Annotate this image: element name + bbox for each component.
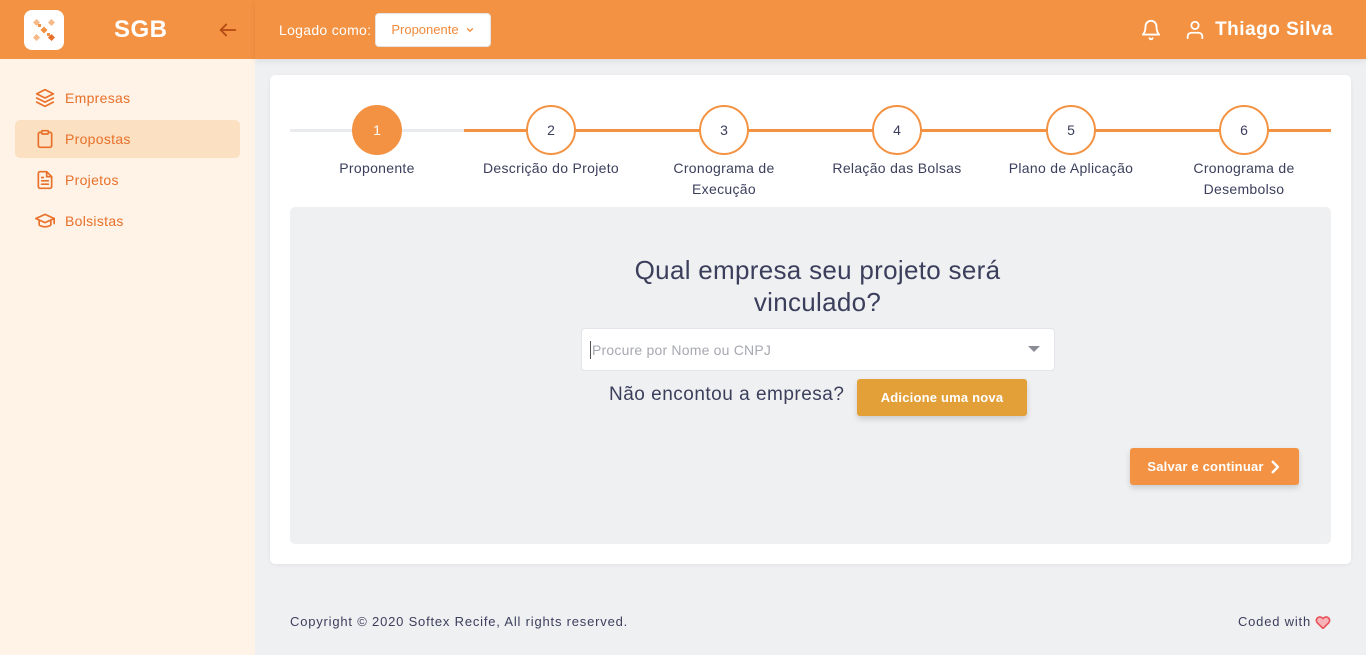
sidebar-item-label: Propostas [65,131,131,147]
sidebar-item-bolsistas[interactable]: Bolsistas [15,202,240,240]
sidebar-item-empresas[interactable]: Empresas [15,79,240,117]
step-number: 3 [699,105,749,155]
step-label: Descrição do Projeto [483,160,619,176]
step-cronograma-desembolso[interactable]: 6 Cronograma de Desembolso [1157,105,1331,200]
company-search-select[interactable]: Procure por Nome ou CNPJ [581,328,1055,371]
step-descricao-projeto[interactable]: 2 Descrição do Projeto [464,105,638,179]
user-icon [1186,20,1204,39]
company-search-placeholder: Procure por Nome ou CNPJ [592,341,772,358]
brand-name: SGB [114,15,168,43]
dropdown-arrow-icon[interactable] [1028,346,1040,352]
clipboard-icon [37,129,53,149]
coded-with-text: Coded with [1237,614,1311,629]
step-number: 5 [1046,105,1096,155]
footer-coded-with: Coded with [1238,614,1331,629]
logged-as-label: Logado como: [279,21,372,38]
graduation-cap-icon [35,213,55,228]
role-dropdown[interactable]: Proponente [375,12,491,47]
step-relacao-bolsas[interactable]: 4 Relação das Bolsas [810,105,984,179]
text-caret [590,340,591,359]
sidebar-item-label: Bolsistas [65,213,124,229]
proposal-wizard-card: 1 Proponente 2 Descrição do Projeto 3 Cr… [270,75,1351,564]
top-navbar: Logado como: Proponente Thiago Silva [255,0,1366,59]
topbar-user-area: Thiago Silva [1140,19,1333,41]
layers-icon [35,88,55,108]
sidebar-header: SGB [0,0,255,59]
step-label: Cronograma de Execução [673,160,775,197]
collapse-sidebar-button[interactable] [217,19,239,41]
chevron-down-icon [466,27,473,32]
arrow-left-icon [219,23,237,36]
step-number: 6 [1219,105,1269,155]
step-cronograma-execucao[interactable]: 3 Cronograma de Execução [637,105,811,200]
sidebar-item-projetos[interactable]: Projetos [15,161,240,199]
heart-icon [1315,615,1331,629]
step-number: 2 [526,105,576,155]
form-question: Qual empresa seu projeto será vinculado? [634,255,1001,317]
step-label: Plano de Aplicação [1008,160,1134,176]
not-found-text: Não encontou a empresa? [609,384,845,405]
user-name[interactable]: Thiago Silva [1215,19,1333,41]
chevron-right-icon [1271,460,1279,473]
company-selection-panel: Qual empresa seu projeto será vinculado?… [290,207,1331,544]
footer-copyright: Copyright © 2020 Softex Recife, All righ… [290,614,629,629]
user-menu-button[interactable] [1184,19,1206,41]
sidebar-item-label: Projetos [65,172,119,188]
step-proponente[interactable]: 1 Proponente [290,105,464,179]
sidebar: SGB Empresas Propostas Projetos Bolsista… [0,0,255,655]
step-number: 4 [872,105,922,155]
step-label: Cronograma de Desembolso [1193,160,1295,197]
save-continue-button[interactable]: Salvar e continuar [1130,448,1299,485]
sidebar-nav: Empresas Propostas Projetos Bolsistas [0,59,255,240]
app-logo[interactable] [24,9,64,50]
role-dropdown-value: Proponente [391,22,459,37]
save-continue-label: Salvar e continuar [1147,459,1264,474]
logo-icon [33,18,55,41]
step-number: 1 [352,105,402,155]
wizard-stepper: 1 Proponente 2 Descrição do Projeto 3 Cr… [290,105,1331,205]
sidebar-item-label: Empresas [65,90,131,106]
bell-icon [1141,19,1161,40]
sidebar-item-propostas[interactable]: Propostas [15,120,240,158]
add-company-button[interactable]: Adicione uma nova [857,379,1027,416]
step-label: Proponente [339,160,415,176]
notifications-button[interactable] [1140,19,1162,41]
step-plano-aplicacao[interactable]: 5 Plano de Aplicação [984,105,1158,179]
file-text-icon [37,170,53,190]
step-label: Relação das Bolsas [832,160,962,176]
